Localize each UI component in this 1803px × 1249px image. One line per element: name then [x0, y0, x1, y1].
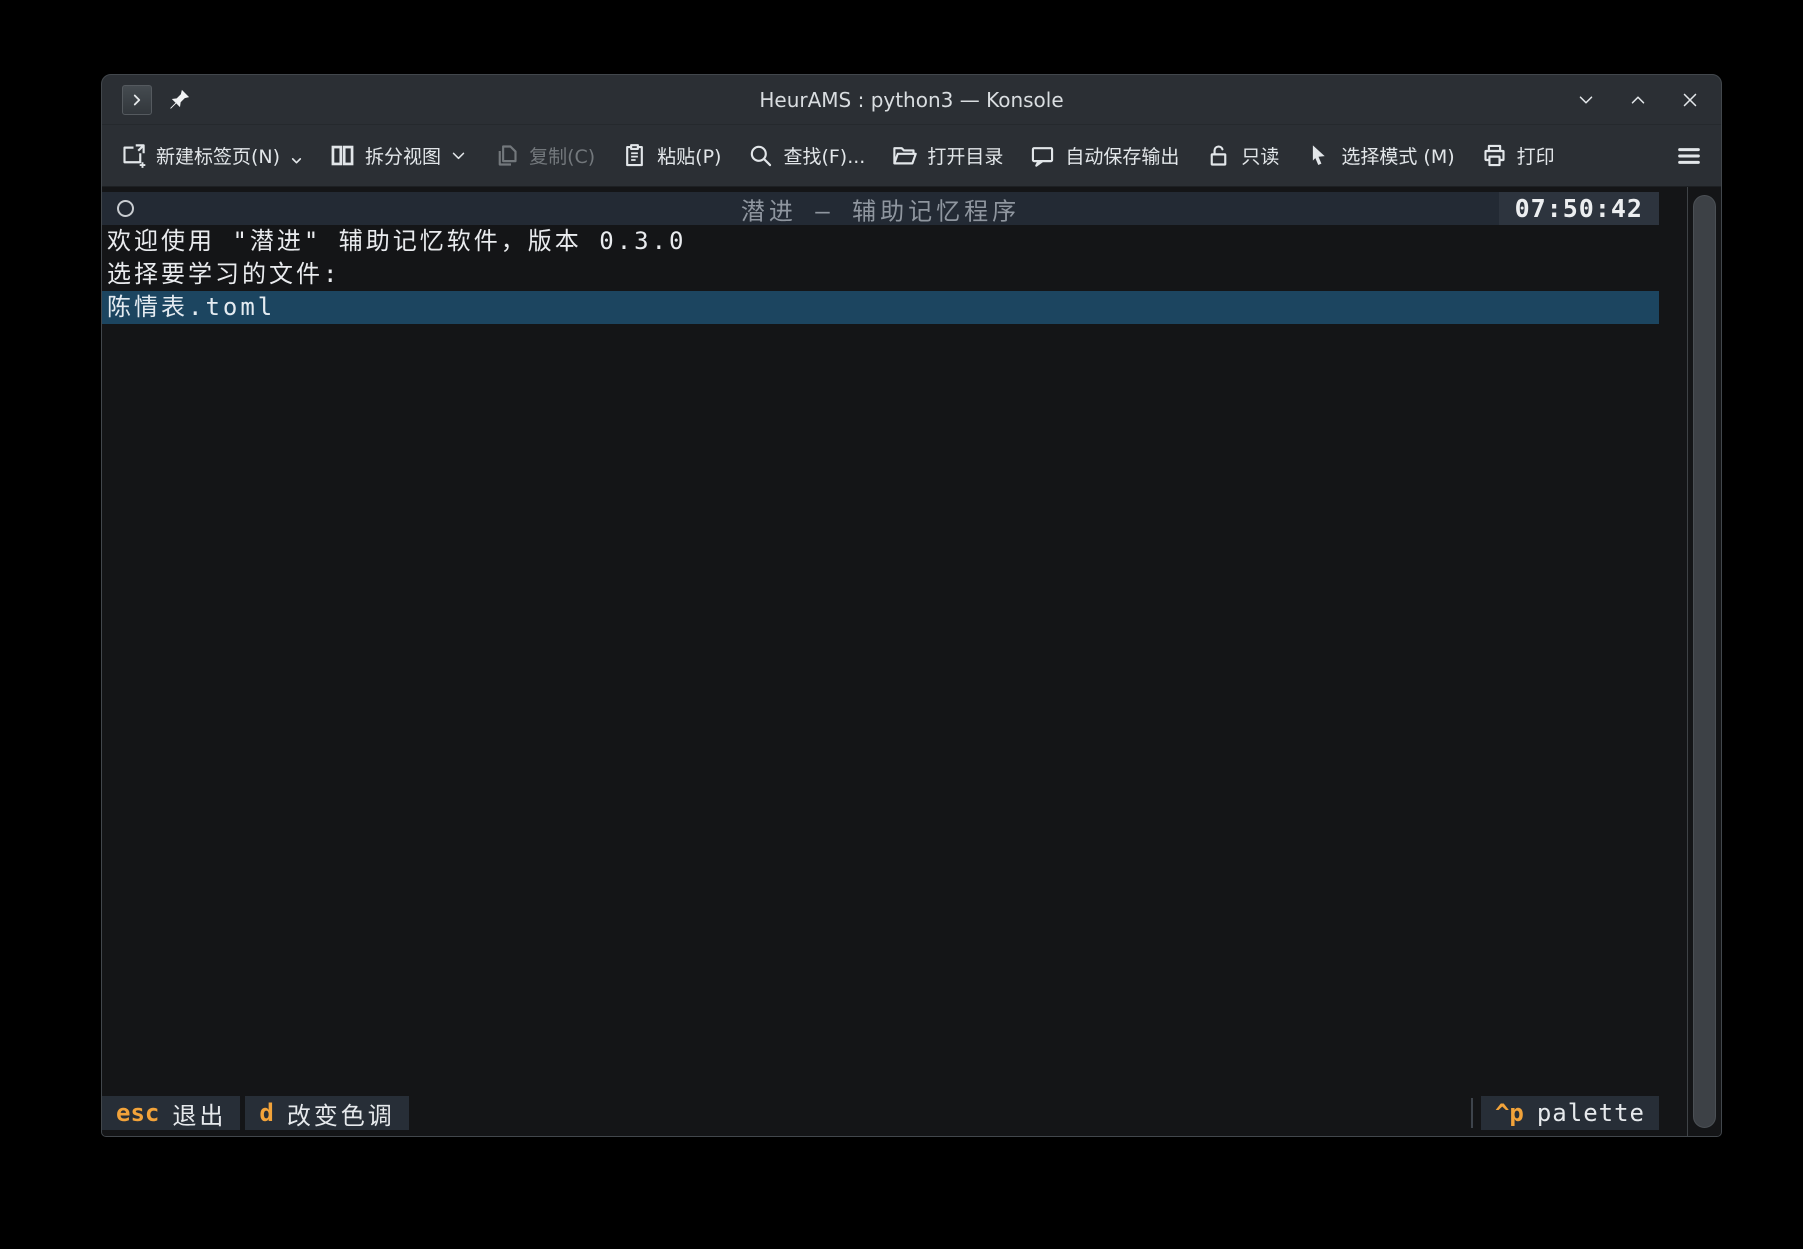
main-toolbar: 新建标签页(N) 拆分视图 复制(C) 粘贴(P) [102, 125, 1721, 187]
paste-icon [621, 142, 648, 169]
select-mode-button[interactable]: 选择模式 (M) [1305, 142, 1454, 169]
titlebar: HeurAMS : python3 — Konsole [102, 75, 1721, 125]
scrollbar-thumb[interactable] [1693, 195, 1716, 1128]
read-only-button[interactable]: 只读 [1205, 142, 1279, 169]
open-directory-label: 打开目录 [927, 142, 1003, 169]
maximize-button[interactable] [1627, 89, 1649, 111]
konsole-window: HeurAMS : python3 — Konsole 新建标签页(N) [101, 74, 1722, 1137]
split-view-icon [329, 142, 356, 169]
copy-button: 复制(C) [493, 142, 595, 169]
open-directory-button[interactable]: 打开目录 [891, 142, 1003, 169]
read-only-label: 只读 [1241, 142, 1279, 169]
hint-esc-quit[interactable]: esc 退出 [102, 1096, 240, 1130]
terminal-view[interactable]: 潜进 – 辅助记忆程序 07:50:42 欢迎使用 "潜进" 辅助记忆软件，版本… [102, 187, 1721, 1136]
open-folder-icon [891, 142, 918, 169]
hint-key: d [259, 1099, 273, 1127]
hamburger-menu-icon [1675, 142, 1703, 170]
print-button[interactable]: 打印 [1481, 142, 1555, 169]
hint-label: palette [1537, 1099, 1645, 1127]
footer-divider [1471, 1098, 1473, 1128]
select-cursor-icon [1305, 142, 1332, 169]
scrollbar-track [1687, 187, 1688, 1136]
tui-header-bar: 潜进 – 辅助记忆程序 07:50:42 [102, 192, 1659, 225]
copy-label: 复制(C) [529, 142, 595, 169]
expand-toolbox-button[interactable] [122, 85, 152, 115]
paste-button[interactable]: 粘贴(P) [621, 142, 721, 169]
dropdown-chevron-icon [450, 147, 467, 164]
paste-label: 粘贴(P) [657, 142, 721, 169]
printer-icon [1481, 142, 1508, 169]
tui-clock: 07:50:42 [1499, 192, 1659, 225]
autosave-output-label: 自动保存输出 [1065, 142, 1179, 169]
hint-key: ^p [1495, 1099, 1524, 1127]
hint-label: 退出 [172, 1096, 226, 1131]
lock-open-icon [1205, 142, 1232, 169]
search-icon [747, 142, 774, 169]
new-tab-icon [120, 142, 147, 169]
hint-label: 改变色调 [287, 1096, 395, 1131]
close-button[interactable] [1679, 89, 1701, 111]
autosave-output-button[interactable]: 自动保存输出 [1029, 142, 1179, 169]
new-tab-label: 新建标签页(N) [156, 142, 280, 169]
output-bubble-icon [1029, 142, 1056, 169]
chevron-right-icon [128, 91, 146, 109]
pin-icon[interactable] [168, 88, 191, 111]
tui-footer-bar: esc 退出 d 改变色调 ^p palette [102, 1096, 1659, 1130]
tui-app-title: 潜进 – 辅助记忆程序 [741, 191, 1020, 226]
split-view-button[interactable]: 拆分视图 [329, 142, 467, 169]
new-tab-button[interactable]: 新建标签页(N) [120, 142, 303, 169]
status-circle-icon [117, 200, 134, 217]
select-mode-label: 选择模式 (M) [1341, 142, 1454, 169]
find-button[interactable]: 查找(F)... [747, 142, 865, 169]
copy-icon [493, 142, 520, 169]
hint-key: esc [116, 1099, 159, 1127]
split-view-label: 拆分视图 [365, 142, 441, 169]
minimize-button[interactable] [1575, 89, 1597, 111]
window-title: HeurAMS : python3 — Konsole [759, 88, 1063, 112]
find-label: 查找(F)... [783, 142, 865, 169]
dropdown-chevron-icon [290, 154, 303, 167]
scrollbar-gutter [1659, 187, 1721, 1136]
welcome-line: 欢迎使用 "潜进" 辅助记忆软件，版本 0.3.0 [102, 225, 1659, 258]
overflow-menu-button[interactable] [1675, 142, 1703, 170]
file-list-item-selected[interactable]: 陈情表.toml [102, 291, 1659, 324]
prompt-line: 选择要学习的文件: [102, 258, 1659, 291]
hint-ctrl-p-palette[interactable]: ^p palette [1481, 1096, 1659, 1130]
print-label: 打印 [1517, 142, 1555, 169]
hint-d-change-theme[interactable]: d 改变色调 [245, 1096, 408, 1130]
